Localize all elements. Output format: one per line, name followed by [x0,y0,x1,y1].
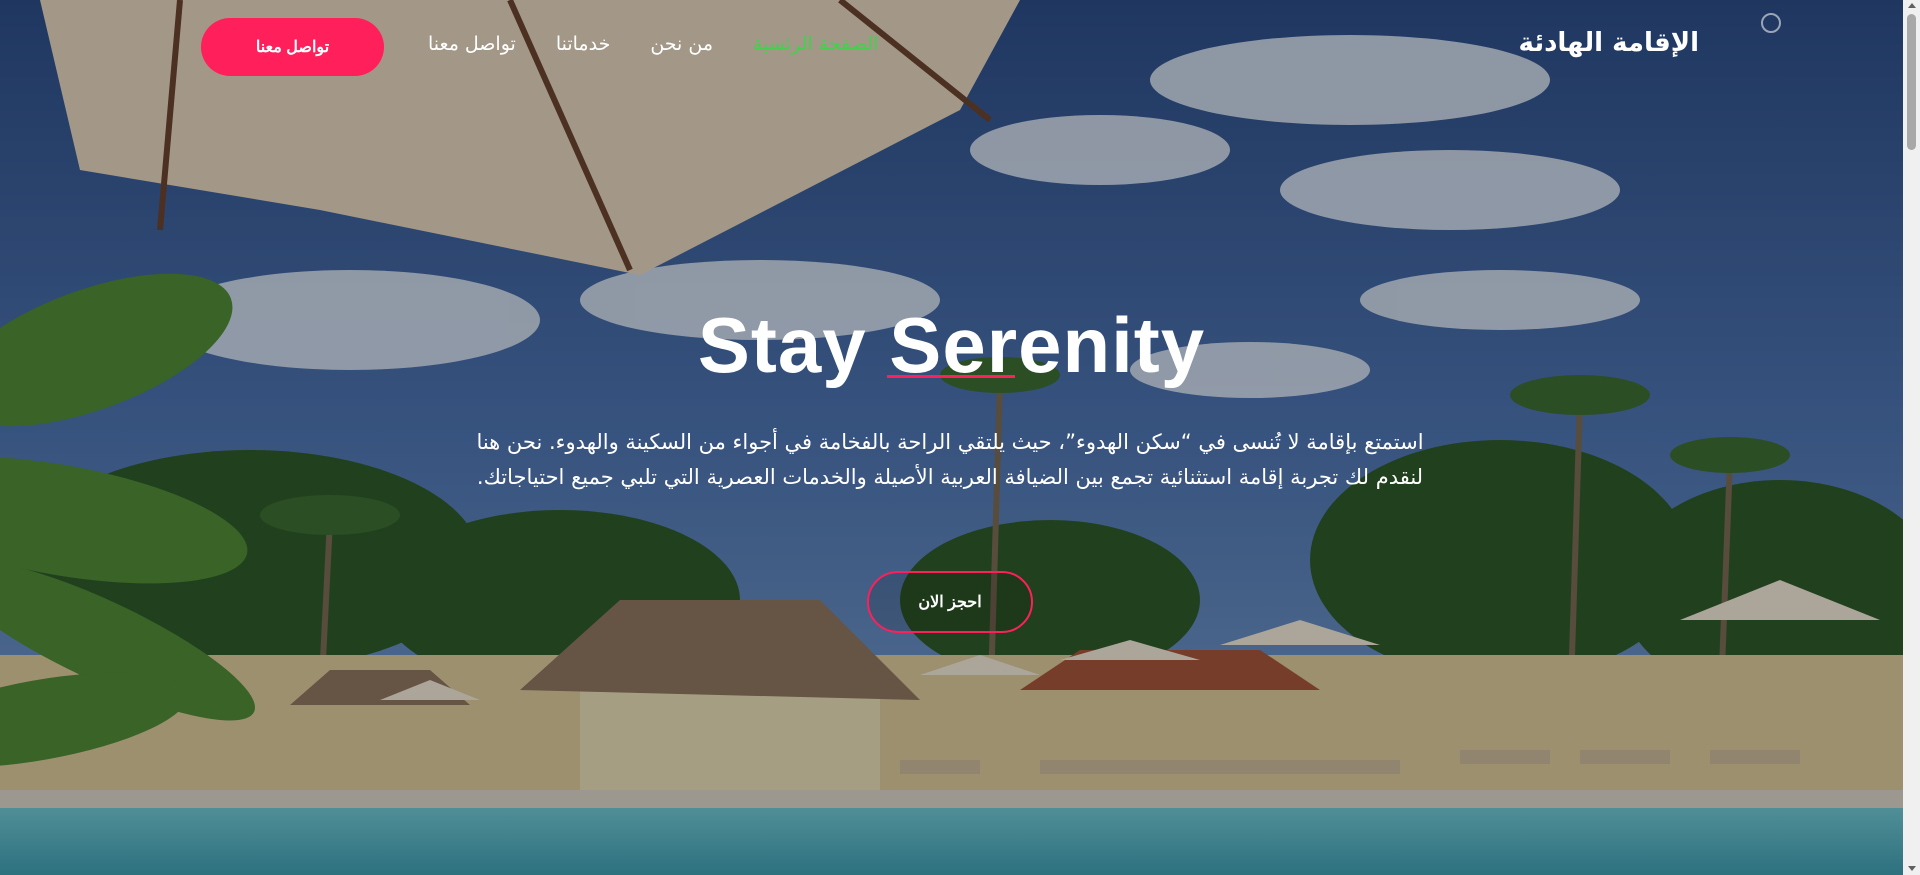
nav-link-services[interactable]: خدماتنا [556,33,611,55]
page-frame: الإقامة الهادئة تواصل معنا خدماتنا من نح… [0,0,1903,875]
nav-links: تواصل معنا خدماتنا من نحن الصفحة الرئسية [428,33,878,55]
scroll-up-arrow-icon[interactable] [1908,3,1916,8]
nav-link-contact[interactable]: تواصل معنا [428,33,516,55]
brand-logo[interactable]: الإقامة الهادئة [1519,28,1699,58]
logo-circle-icon [1761,13,1781,33]
contact-us-button[interactable]: تواصل معنا [201,18,384,76]
navbar: الإقامة الهادئة تواصل معنا خدماتنا من نح… [0,0,1903,92]
scrollbar-thumb[interactable] [1907,14,1916,150]
nav-link-about[interactable]: من نحن [650,33,713,55]
nav-link-home[interactable]: الصفحة الرئسية [753,33,878,55]
scroll-down-arrow-icon[interactable] [1908,866,1916,871]
book-now-button[interactable]: احجز الان [867,571,1033,633]
site-logo-icon [1761,10,1857,36]
hero-description: استمتع بإقامة لا تُنسى في “سكن الهدوء”، … [476,430,1424,489]
title-divider [887,375,1015,378]
scrollbar[interactable] [1903,0,1920,875]
